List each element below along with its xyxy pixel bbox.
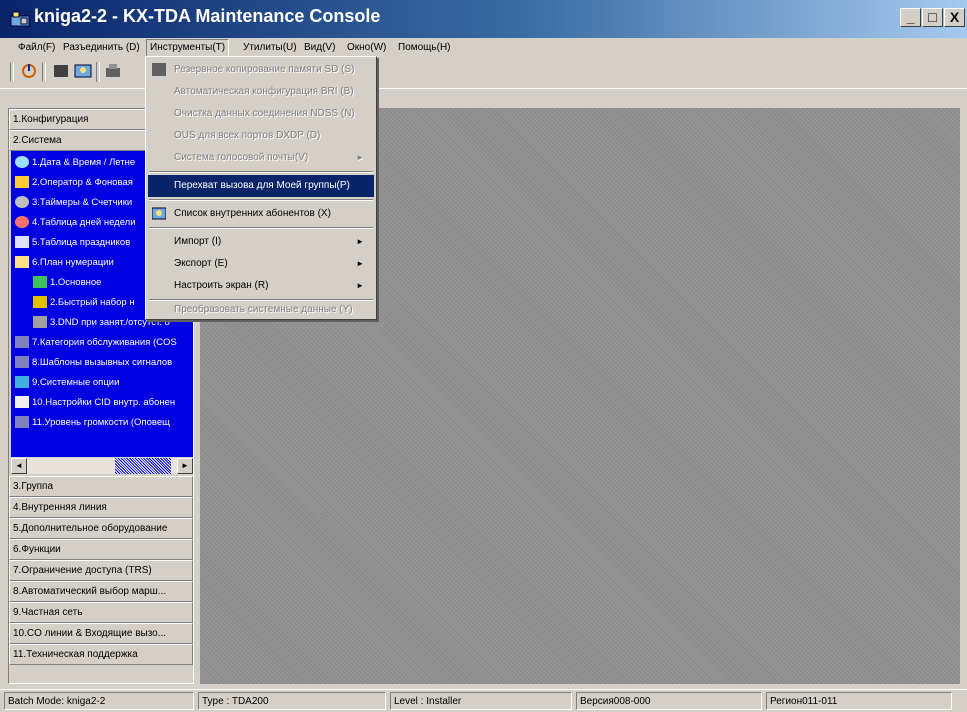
status-batch-mode: Batch Mode: kniga2-2 xyxy=(4,692,194,710)
book-icon xyxy=(15,336,29,349)
nav-section-ars[interactable]: 8.Автоматический выбор марш... xyxy=(9,581,193,602)
close-button[interactable]: X xyxy=(944,8,965,27)
nav-section-group[interactable]: 3.Группа xyxy=(9,476,193,497)
title-bar[interactable]: kniga2-2 - KX-TDA Maintenance Console _ … xyxy=(0,0,967,38)
numbering-icon xyxy=(15,256,29,269)
tree-item-volume[interactable]: 11.Уровень громкости (Оповещ xyxy=(15,413,170,433)
tree-item-system-options[interactable]: 9.Системные опции xyxy=(15,373,119,393)
tree-item-timers[interactable]: 3.Таймеры & Счетчики xyxy=(15,193,132,213)
extension-list-icon xyxy=(152,207,166,220)
book-icon xyxy=(15,356,29,369)
menu-item-voicemail[interactable]: Система голосовой почты(V) ► xyxy=(148,147,374,169)
calendar-icon xyxy=(15,216,29,229)
clock-icon xyxy=(15,196,29,209)
menu-view[interactable]: Вид(V) xyxy=(301,40,338,56)
menu-item-customize-screen[interactable]: Настроить экран (R) ► xyxy=(148,275,374,297)
cid-icon xyxy=(15,396,29,409)
submenu-arrow-icon: ► xyxy=(356,153,364,162)
menu-separator xyxy=(149,199,373,201)
menu-bar: Файл(F) Разъединить (D) Инструменты(T) У… xyxy=(0,38,967,58)
sd-card-icon xyxy=(152,63,166,76)
toolbar-grip xyxy=(10,62,14,82)
nav-section-extension[interactable]: 4.Внутренняя линия xyxy=(9,497,193,518)
scroll-thumb[interactable] xyxy=(115,458,171,474)
minimize-button[interactable]: _ xyxy=(900,8,921,27)
window-title: kniga2-2 - KX-TDA Maintenance Console xyxy=(34,6,381,26)
tree-item-numbering-plan[interactable]: 6.План нумерации xyxy=(15,253,114,273)
status-bar: Batch Mode: kniga2-2 Type : TDA200 Level… xyxy=(0,689,967,712)
status-version: Версия008-000 xyxy=(576,692,762,710)
scroll-left-button[interactable]: ◄ xyxy=(11,458,27,474)
menu-separator xyxy=(149,227,373,229)
menu-item-export[interactable]: Экспорт (E) ► xyxy=(148,253,374,275)
menu-disconnect[interactable]: Разъединить (D) xyxy=(60,40,143,56)
nav-section-trs[interactable]: 7.Ограничение доступа (TRS) xyxy=(9,560,193,581)
tree-item-cid-settings[interactable]: 10.Настройки CID внутр. абонен xyxy=(15,393,175,413)
maximize-button[interactable]: □ xyxy=(922,8,943,27)
menu-item-convert-data[interactable]: Преобразовать системные данные (Y) xyxy=(148,299,374,321)
tree-item-cos[interactable]: 7.Категория обслуживания (COS xyxy=(15,333,177,353)
book-icon xyxy=(15,416,29,429)
speed-dial-icon xyxy=(33,296,47,309)
nav-section-private-network[interactable]: 9.Частная сеть xyxy=(9,602,193,623)
menu-item-ous-dxdp[interactable]: OUS для всех портов DXDP (D) xyxy=(148,125,374,147)
tree-item-week-table[interactable]: 4.Таблица дней недели xyxy=(15,213,136,233)
disconnect-icon[interactable] xyxy=(52,62,70,80)
app-phone-icon xyxy=(10,11,30,27)
toolbar-separator xyxy=(96,62,100,82)
menu-separator xyxy=(149,171,373,173)
status-level: Level : Installer xyxy=(390,692,572,710)
tree-item-ring-patterns[interactable]: 8.Шаблоны вызывных сигналов xyxy=(15,353,172,373)
tree-horizontal-scrollbar[interactable]: ◄ ► xyxy=(11,458,193,474)
menu-item-group-pickup[interactable]: Перехват вызова для Моей группы(P) xyxy=(148,175,374,197)
globe-icon xyxy=(15,156,29,169)
menu-file[interactable]: Файл(F) xyxy=(15,40,58,56)
menu-tools[interactable]: Инструменты(T) xyxy=(146,39,230,57)
nav-section-co-lines[interactable]: 10.CO линии & Входящие вызо... xyxy=(9,623,193,644)
connect-icon[interactable] xyxy=(20,62,38,80)
menu-item-ndss-clear[interactable]: Очистка данных соединения NDSS (N) xyxy=(148,103,374,125)
dnd-icon xyxy=(33,316,47,329)
status-region: Регион011-011 xyxy=(766,692,952,710)
menu-utilities[interactable]: Утилиты(U) xyxy=(240,40,300,56)
tree-item-main[interactable]: 1.Основное xyxy=(33,273,101,293)
nav-section-optional-equipment[interactable]: 5.Дополнительное оборудование xyxy=(9,518,193,539)
tree-item-holidays[interactable]: 5.Таблица праздников xyxy=(15,233,130,253)
operator-icon xyxy=(15,176,29,189)
submenu-arrow-icon: ► xyxy=(356,237,364,246)
tools-dropdown-menu: Резервное копирование памяти SD (S) Авто… xyxy=(145,56,377,320)
menu-item-extension-list[interactable]: Список внутренних абонентов (X) xyxy=(148,203,374,225)
menu-window[interactable]: Окно(W) xyxy=(344,40,389,56)
menu-item-import[interactable]: Импорт (I) ► xyxy=(148,231,374,253)
scroll-right-button[interactable]: ► xyxy=(177,458,193,474)
nav-section-maintenance[interactable]: 11.Техническая поддержка xyxy=(9,644,193,665)
menu-item-bri-autoconfig[interactable]: Автоматическая конфигурация BRI (B) xyxy=(148,81,374,103)
main-icon xyxy=(33,276,47,289)
extension-list-icon[interactable] xyxy=(74,62,92,80)
pbx-icon[interactable] xyxy=(104,62,122,80)
options-icon xyxy=(15,376,29,389)
tree-item-speed-dial[interactable]: 2.Быстрый набор н xyxy=(33,293,135,313)
tree-item-operator[interactable]: 2.Оператор & Фоновая xyxy=(15,173,133,193)
tree-item-date-time[interactable]: 1.Дата & Время / Летне xyxy=(15,153,135,173)
holiday-icon xyxy=(15,236,29,249)
menu-help[interactable]: Помощь(H) xyxy=(395,40,454,56)
toolbar-separator xyxy=(42,62,46,82)
status-type: Type : TDA200 xyxy=(198,692,386,710)
nav-section-features[interactable]: 6.Функции xyxy=(9,539,193,560)
submenu-arrow-icon: ► xyxy=(356,281,364,290)
menu-item-sd-backup[interactable]: Резервное копирование памяти SD (S) xyxy=(148,59,374,81)
submenu-arrow-icon: ► xyxy=(356,259,364,268)
